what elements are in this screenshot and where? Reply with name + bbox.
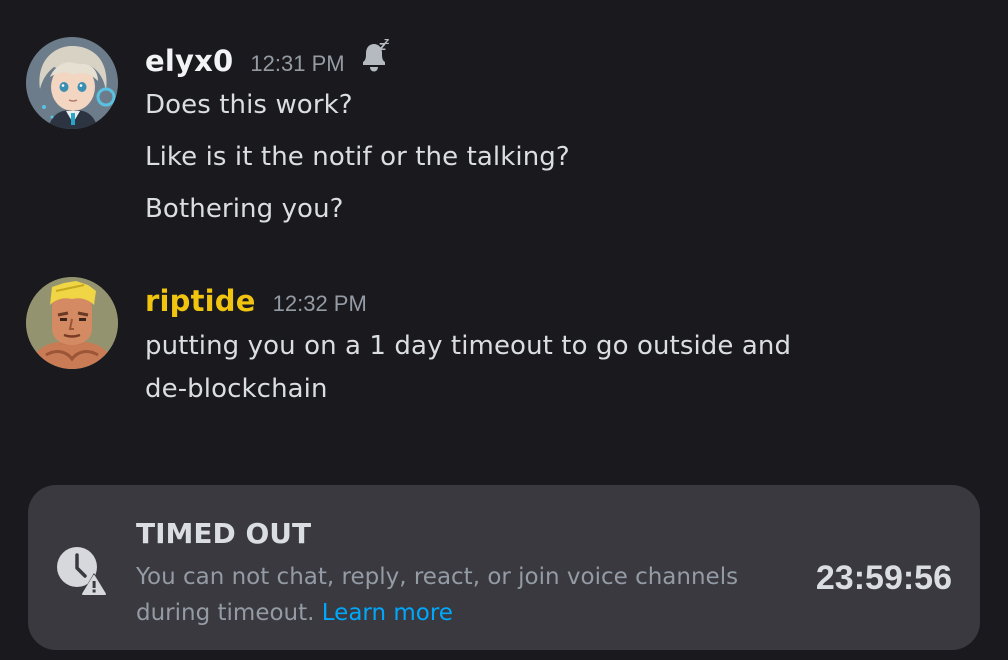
timestamp[interactable]: 12:32 PM xyxy=(273,291,367,317)
avatar[interactable] xyxy=(26,277,118,369)
learn-more-link[interactable]: Learn more xyxy=(322,600,453,626)
timeout-notice: TIMED OUT You can not chat, reply, react… xyxy=(28,485,980,650)
timeout-title: TIMED OUT xyxy=(136,517,312,550)
clock-warning-icon xyxy=(54,543,110,599)
avatar-image xyxy=(26,277,118,369)
timeout-description: You can not chat, reply, react, or join … xyxy=(136,559,756,631)
username[interactable]: riptide xyxy=(145,284,256,318)
message-header: riptide 12:32 PM xyxy=(145,284,367,318)
message-line: putting you on a 1 day timeout to go out… xyxy=(145,331,792,361)
message-line: de-blockchain xyxy=(145,374,328,404)
message-group-riptide: riptide 12:32 PM putting you on a 1 day … xyxy=(0,0,1008,440)
timeout-countdown: 23:59:56 xyxy=(815,559,952,597)
